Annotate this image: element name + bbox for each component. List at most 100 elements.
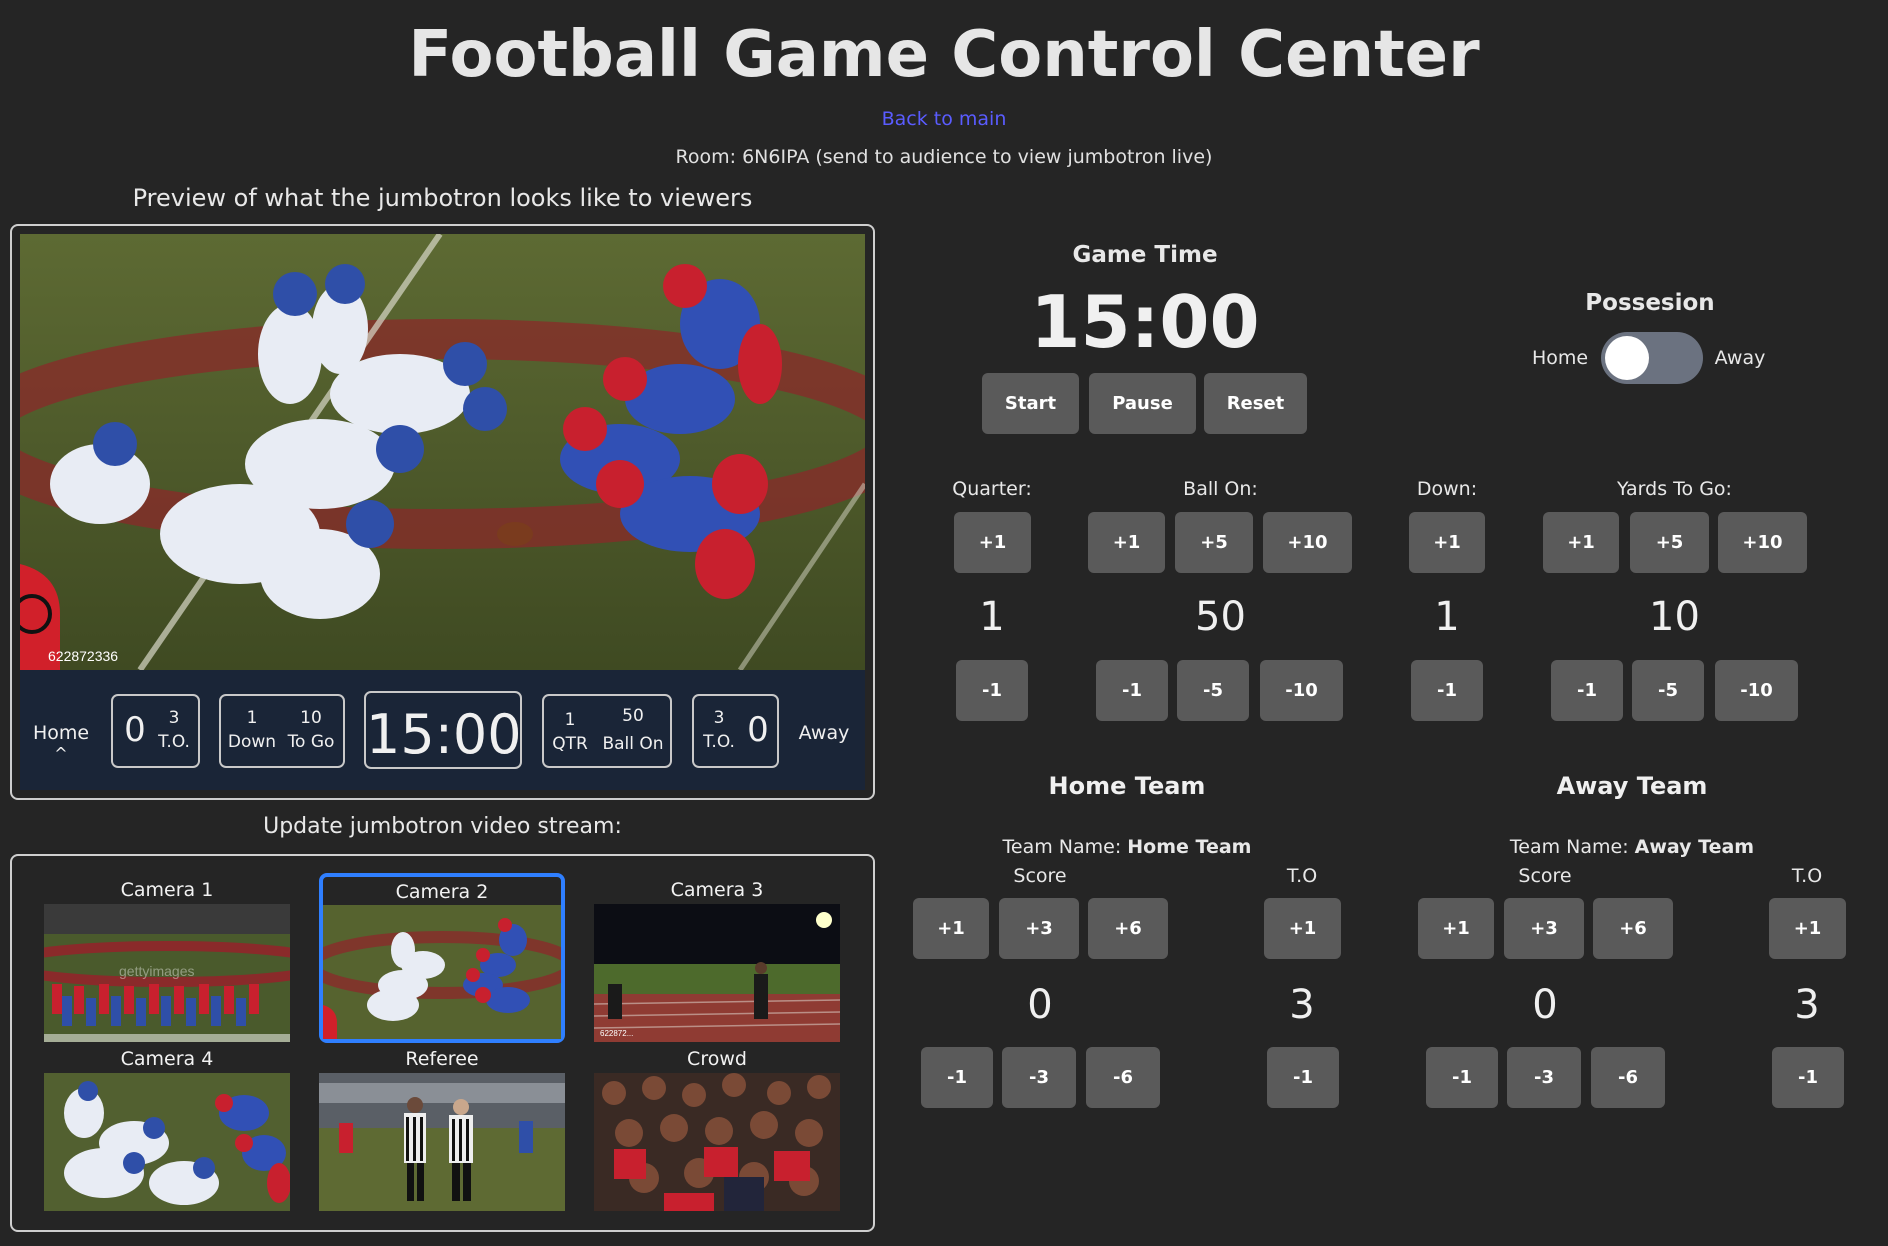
back-to-main-link[interactable]: Back to main [0, 108, 1888, 130]
page-title: Football Game Control Center [408, 18, 1480, 92]
camera-1-label: Camera 1 [120, 879, 214, 901]
ball-on-minus-5-button[interactable]: -5 [1177, 660, 1249, 721]
yards-plus-1-button[interactable]: +1 [1543, 512, 1619, 573]
yards-plus-5-button[interactable]: +5 [1630, 512, 1709, 573]
sb-down-label: Down [227, 732, 277, 752]
home-score-label: Score [1013, 865, 1067, 887]
game-time-heading: Game Time [1072, 242, 1218, 268]
sb-clock-box: 15:00 [364, 691, 522, 769]
away-to-label: T.O [1791, 865, 1823, 887]
ball-on-plus-1-button[interactable]: +1 [1088, 512, 1165, 573]
away-score-plus-1-button[interactable]: +1 [1418, 898, 1494, 959]
camera-2-thumbnail[interactable] [323, 905, 561, 1039]
sb-home-label: Home [32, 722, 90, 744]
sb-away-score-box: 3 T.O. 0 [692, 694, 779, 768]
referee-camera-thumbnail[interactable] [319, 1073, 565, 1211]
yards-minus-5-button[interactable]: -5 [1632, 660, 1704, 721]
yards-to-go-value: 10 [1649, 594, 1700, 640]
ball-on-plus-10-button[interactable]: +10 [1263, 512, 1352, 573]
camera-3-thumbnail[interactable]: 622872... [594, 904, 840, 1042]
ball-on-plus-5-button[interactable]: +5 [1175, 512, 1253, 573]
quarter-label: Quarter: [952, 478, 1032, 500]
referee-camera-label: Referee [405, 1048, 479, 1070]
home-team-heading: Home Team [1048, 772, 1206, 800]
home-score-minus-6-button[interactable]: -6 [1086, 1047, 1160, 1108]
crowd-camera-thumbnail[interactable] [594, 1073, 840, 1211]
sb-qtr-ballon-box: 1 QTR 50 Ball On [542, 694, 672, 768]
football-field-scene: 622872336 [20, 234, 865, 670]
sb-to-go-label: To Go [287, 732, 335, 752]
home-team-name-label: Team Name: [1002, 836, 1128, 858]
quarter-value: 1 [979, 594, 1005, 640]
home-score-plus-1-button[interactable]: +1 [913, 898, 989, 959]
home-score-minus-3-button[interactable]: -3 [1002, 1047, 1076, 1108]
home-score-plus-3-button[interactable]: +3 [999, 898, 1079, 959]
image-watermark: 622872336 [48, 648, 118, 664]
away-score-minus-3-button[interactable]: -3 [1507, 1047, 1581, 1108]
sb-to-go: 10 [300, 708, 322, 728]
sb-down-togo-box: 1 Down 10 To Go [219, 694, 345, 768]
quarter-plus-1-button[interactable]: +1 [954, 512, 1031, 573]
away-to-plus-1-button[interactable]: +1 [1769, 898, 1846, 959]
possession-home-label: Home [1531, 347, 1589, 369]
sb-home-to: 3 [168, 708, 180, 728]
down-plus-1-button[interactable]: +1 [1409, 512, 1485, 573]
thumb-watermark-3: 622872... [600, 1029, 633, 1038]
away-score-minus-1-button[interactable]: -1 [1426, 1047, 1498, 1108]
down-value: 1 [1434, 594, 1460, 640]
sb-qtr: 1 [564, 710, 576, 730]
sb-home-to-label: T.O. [158, 732, 190, 752]
sb-away-label: Away [798, 722, 850, 744]
down-minus-1-button[interactable]: -1 [1411, 660, 1483, 721]
away-score-plus-3-button[interactable]: +3 [1504, 898, 1584, 959]
yards-minus-1-button[interactable]: -1 [1551, 660, 1623, 721]
toggle-knob [1605, 336, 1649, 380]
away-team-name: Away Team [1634, 836, 1755, 858]
camera-3-label: Camera 3 [670, 879, 764, 901]
jumbotron-preview-image: 622872336 [20, 234, 865, 670]
sb-possession-marker: ^ [54, 744, 68, 763]
game-clock: 15:00 [1030, 280, 1260, 364]
stream-heading: Update jumbotron video stream: [263, 814, 622, 839]
possession-heading: Possesion [1585, 290, 1715, 316]
sb-home-score: 0 [124, 710, 146, 750]
sb-clock: 15:00 [366, 703, 522, 766]
sb-qtr-label: QTR [552, 734, 588, 754]
home-score-plus-6-button[interactable]: +6 [1088, 898, 1168, 959]
home-to-label: T.O [1286, 865, 1318, 887]
yards-minus-10-button[interactable]: -10 [1715, 660, 1798, 721]
pause-button[interactable]: Pause [1089, 373, 1196, 434]
ball-on-minus-10-button[interactable]: -10 [1260, 660, 1343, 721]
sb-away-to: 3 [713, 708, 725, 728]
home-to-value: 3 [1289, 982, 1315, 1028]
camera-2-label: Camera 2 [395, 881, 489, 903]
possession-away-label: Away [1714, 347, 1766, 369]
ball-on-minus-1-button[interactable]: -1 [1096, 660, 1168, 721]
reset-button[interactable]: Reset [1204, 373, 1307, 434]
camera-1-thumbnail[interactable]: gettyimages [44, 904, 290, 1042]
away-team-heading: Away Team [1556, 772, 1708, 800]
home-to-plus-1-button[interactable]: +1 [1264, 898, 1341, 959]
away-score-plus-6-button[interactable]: +6 [1593, 898, 1673, 959]
possession-toggle[interactable] [1601, 332, 1703, 384]
crowd-camera-label: Crowd [687, 1048, 747, 1070]
sb-home-score-box: 0 3 T.O. [111, 694, 200, 768]
away-to-minus-1-button[interactable]: -1 [1772, 1047, 1844, 1108]
sb-away-score: 0 [747, 710, 769, 750]
yards-to-go-label: Yards To Go: [1617, 478, 1732, 500]
away-score-minus-6-button[interactable]: -6 [1591, 1047, 1665, 1108]
sb-ball-on: 50 [622, 706, 644, 726]
home-to-minus-1-button[interactable]: -1 [1267, 1047, 1339, 1108]
away-to-value: 3 [1794, 982, 1820, 1028]
sb-down: 1 [246, 708, 258, 728]
quarter-minus-1-button[interactable]: -1 [956, 660, 1028, 721]
yards-plus-10-button[interactable]: +10 [1718, 512, 1807, 573]
room-code-text: Room: 6N6IPA (send to audience to view j… [675, 146, 1213, 168]
start-button[interactable]: Start [982, 373, 1079, 434]
away-score-value: 0 [1532, 982, 1558, 1028]
thumb-watermark-1: gettyimages [119, 963, 194, 979]
sb-away-to-label: T.O. [703, 732, 735, 752]
home-score-minus-1-button[interactable]: -1 [921, 1047, 993, 1108]
down-label: Down: [1416, 478, 1478, 500]
camera-4-thumbnail[interactable] [44, 1073, 290, 1211]
